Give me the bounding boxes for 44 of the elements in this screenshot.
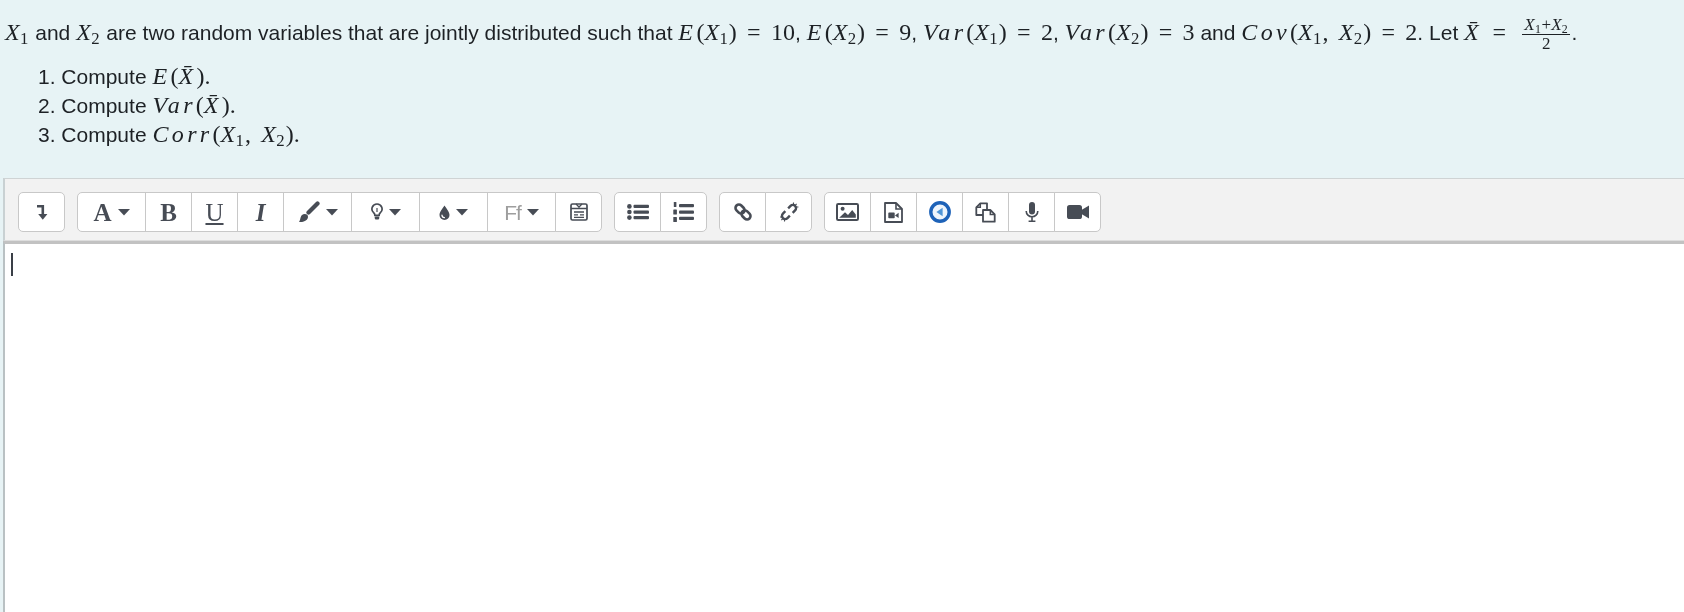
image-icon xyxy=(836,203,859,221)
image-button[interactable] xyxy=(824,192,871,232)
underline-button[interactable]: U xyxy=(191,192,238,232)
form-button[interactable] xyxy=(555,192,602,232)
paintbrush-icon xyxy=(297,201,320,223)
brush-button[interactable] xyxy=(283,192,352,232)
camera-button[interactable] xyxy=(1054,192,1101,232)
video-file-icon xyxy=(884,201,903,223)
numbered-list-icon xyxy=(673,202,694,222)
video-camera-icon xyxy=(1066,204,1089,220)
italic-button[interactable]: I xyxy=(237,192,284,232)
bullet-list-icon xyxy=(626,204,649,220)
lightbulb-icon xyxy=(370,203,383,221)
drop-button[interactable] xyxy=(419,192,488,232)
question-item: 1. Compute E(X̄). xyxy=(38,61,212,91)
video-file-button[interactable] xyxy=(870,192,917,232)
pages-icon xyxy=(975,201,996,223)
bent-arrow-icon xyxy=(35,204,48,220)
caret-icon xyxy=(456,208,468,216)
toolbar-toggle-button[interactable] xyxy=(18,192,65,232)
caret-icon xyxy=(526,208,539,216)
microphone-button[interactable] xyxy=(1008,192,1055,232)
document-lines-icon xyxy=(569,203,588,221)
caret-icon xyxy=(388,208,401,216)
bold-button[interactable]: B xyxy=(145,192,192,232)
numbered-list-button[interactable] xyxy=(660,192,707,232)
drop-icon xyxy=(439,204,450,220)
caret-icon xyxy=(117,208,130,216)
microphone-icon xyxy=(1024,202,1039,222)
link-icon xyxy=(732,202,753,222)
question-text: X$_{1}$ and X$_{2}$ are two random variables that are jointly distributed such that E(X$_{1}$) = 10, E(X$_{2}$) = 9, Var(X$_{1}$) = 2, Var(X$_{2}$) = 3 and Cov(X$_{1}$, X$_{2}$) = 2. Let X̄ = X$_{1}$+X$_{2}$ 2 . xyxy=(5,14,1579,52)
font-button[interactable]: A xyxy=(77,192,146,232)
question-item: 2. Compute Var(X̄). xyxy=(38,90,237,120)
pages-button[interactable] xyxy=(962,192,1009,232)
bullet-list-button[interactable] xyxy=(614,192,661,232)
link-button[interactable] xyxy=(719,192,766,232)
bulb-button[interactable] xyxy=(351,192,420,232)
question-item: 3. Compute Corr(X$_{1}$, X$_{2}$). xyxy=(38,119,301,149)
unlink-button[interactable] xyxy=(765,192,812,232)
triangle-circle-icon xyxy=(928,201,951,223)
editor-field[interactable] xyxy=(3,241,1684,612)
caret-icon xyxy=(325,208,338,216)
broken-link-icon xyxy=(778,202,799,222)
media-button[interactable] xyxy=(916,192,963,232)
